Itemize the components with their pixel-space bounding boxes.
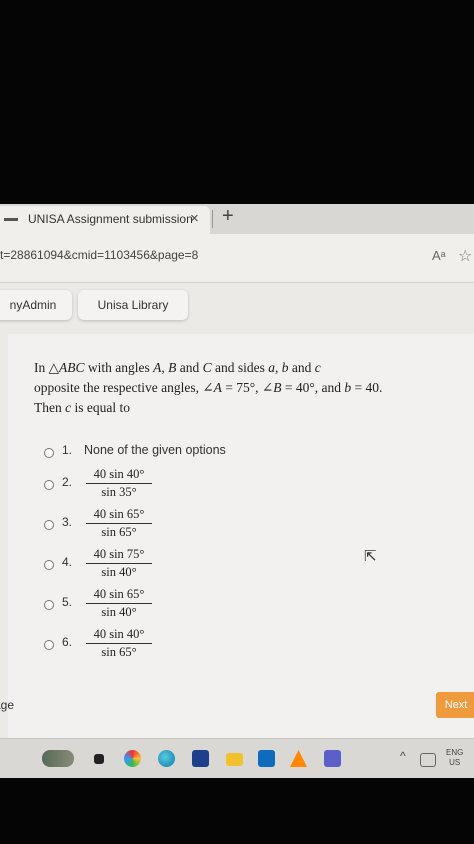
teams-icon[interactable]: [324, 750, 341, 767]
site-favicon-icon: [4, 218, 18, 221]
quiz-content: In △ABC with angles A, B and C and sides…: [8, 334, 474, 742]
option-number: 3.: [62, 515, 73, 529]
question-line-1: In △ABC with angles A, B and C and sides…: [34, 360, 321, 375]
question-line-3: Then c is equal to: [34, 400, 130, 415]
fraction-denominator: sin 65°: [86, 523, 152, 541]
vlc-icon[interactable]: [290, 750, 307, 767]
read-aloud-icon[interactable]: Aᵃ: [432, 248, 446, 263]
question-line-2: opposite the respective angles, ∠A = 75°…: [34, 380, 383, 395]
option-fraction: 40 sin 40° sin 35°: [86, 466, 152, 501]
bookmark-myadmin[interactable]: nyAdmin: [0, 290, 72, 320]
radio-button[interactable]: [44, 448, 54, 458]
tab-divider: [212, 210, 213, 228]
option-6[interactable]: 6. 40 sin 40° sin 65°: [44, 627, 344, 666]
close-tab-icon[interactable]: ×: [190, 210, 199, 227]
option-number: 6.: [62, 635, 73, 649]
outlook-icon[interactable]: [258, 750, 275, 767]
new-tab-icon[interactable]: +: [222, 205, 234, 228]
option-fraction: 40 sin 75° sin 40°: [86, 546, 152, 581]
option-fraction: 40 sin 65° sin 40°: [86, 586, 152, 621]
copilot-icon[interactable]: [42, 750, 74, 767]
option-number: 2.: [62, 475, 73, 489]
network-icon[interactable]: [420, 753, 436, 767]
radio-button[interactable]: [44, 600, 54, 610]
windows-taskbar: ^ ENG US: [0, 738, 474, 778]
fraction-denominator: sin 65°: [86, 643, 152, 661]
fraction-numerator: 40 sin 40°: [93, 467, 145, 481]
favorite-star-icon[interactable]: ☆: [458, 246, 472, 266]
option-3[interactable]: 3. 40 sin 65° sin 65°: [44, 507, 344, 546]
language-code: ENG: [446, 748, 464, 757]
tab-title: UNISA Assignment submission: [28, 212, 193, 226]
previous-page-button[interactable]: age: [0, 694, 24, 716]
file-explorer-icon[interactable]: [226, 753, 243, 766]
option-fraction: 40 sin 40° sin 65°: [86, 626, 152, 661]
browser-screen: UNISA Assignment submission × + t=288610…: [0, 204, 474, 778]
fraction-numerator: 40 sin 75°: [93, 547, 145, 561]
fraction-denominator: sin 40°: [86, 603, 152, 621]
store-icon[interactable]: [192, 750, 209, 767]
option-4[interactable]: 4. 40 sin 75° sin 40°: [44, 547, 344, 586]
option-number: 4.: [62, 555, 73, 569]
radio-button[interactable]: [44, 480, 54, 490]
bookmark-unisa-library[interactable]: Unisa Library: [78, 290, 188, 320]
option-number: 5.: [62, 595, 73, 609]
next-page-button[interactable]: Next: [436, 692, 474, 718]
fraction-numerator: 40 sin 40°: [93, 627, 145, 641]
option-number: 1.: [62, 443, 73, 457]
radio-button[interactable]: [44, 640, 54, 650]
tab-bar: UNISA Assignment submission × +: [0, 204, 474, 234]
option-text: None of the given options: [84, 443, 226, 457]
radio-button[interactable]: [44, 560, 54, 570]
option-fraction: 40 sin 65° sin 65°: [86, 506, 152, 541]
fraction-denominator: sin 35°: [86, 483, 152, 501]
fraction-numerator: 40 sin 65°: [93, 587, 145, 601]
bookmarks-bar: nyAdmin Unisa Library: [0, 282, 474, 328]
address-bar: t=28861094&cmid=1103456&page=8 Aᵃ ☆: [0, 234, 474, 283]
radio-button[interactable]: [44, 520, 54, 530]
option-2[interactable]: 2. 40 sin 40° sin 35°: [44, 467, 344, 506]
fraction-numerator: 40 sin 65°: [93, 507, 145, 521]
url-input[interactable]: t=28861094&cmid=1103456&page=8: [0, 248, 198, 262]
multicolor-app-icon[interactable]: [124, 750, 141, 767]
region-code: US: [449, 758, 461, 767]
tab-unisa-assignment[interactable]: UNISA Assignment submission ×: [0, 206, 210, 234]
question-text: In △ABC with angles A, B and C and sides…: [34, 358, 470, 418]
mouse-cursor-icon: ⇱: [364, 548, 377, 565]
option-5[interactable]: 5. 40 sin 65° sin 40°: [44, 587, 344, 626]
edge-icon[interactable]: [158, 750, 175, 767]
fraction-denominator: sin 40°: [86, 563, 152, 581]
widgets-icon[interactable]: [94, 754, 104, 764]
language-indicator[interactable]: ENG US: [446, 748, 463, 768]
tray-expand-icon[interactable]: ^: [400, 749, 406, 763]
